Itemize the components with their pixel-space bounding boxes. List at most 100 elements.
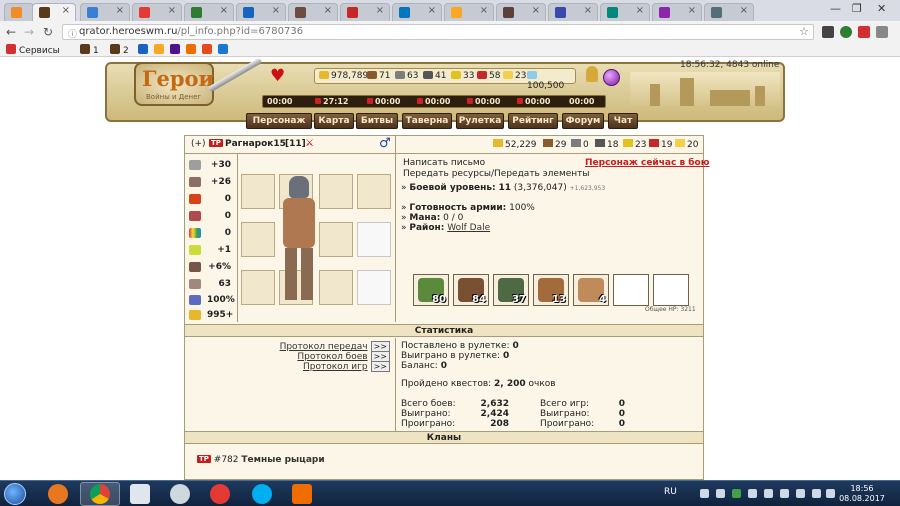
equip-slot-shield[interactable] bbox=[319, 270, 353, 305]
bookmark-icon-only[interactable] bbox=[138, 44, 151, 56]
heart-icon[interactable]: ♥ bbox=[270, 66, 285, 86]
army-slot[interactable]: 4 bbox=[573, 274, 609, 306]
maximize-icon[interactable]: ❐ bbox=[852, 2, 862, 15]
tab-close-icon[interactable]: × bbox=[116, 5, 124, 16]
army-slot[interactable]: 37 bbox=[493, 274, 529, 306]
tab-close-icon[interactable]: × bbox=[376, 5, 384, 16]
tab-close-icon[interactable]: × bbox=[220, 5, 228, 16]
browser-tab[interactable]: × bbox=[288, 3, 338, 21]
game-protocol-link[interactable]: Протокол игр bbox=[303, 362, 368, 372]
game-protocol-button[interactable]: >> bbox=[370, 361, 390, 372]
clan-name-link[interactable]: Темные рыцари bbox=[241, 455, 324, 465]
add-friend-link[interactable]: (+) bbox=[191, 139, 206, 149]
bookmark-2[interactable]: 2 bbox=[110, 44, 129, 56]
tab-close-icon[interactable]: × bbox=[636, 5, 644, 16]
tray-app-icon[interactable] bbox=[796, 489, 805, 498]
skype-icon[interactable] bbox=[252, 484, 272, 504]
taskbar-chrome-active[interactable] bbox=[80, 482, 120, 506]
reload-icon[interactable]: ↻ bbox=[43, 25, 53, 39]
magic-orb-icon[interactable] bbox=[603, 69, 620, 86]
browser-tab-active[interactable]: × bbox=[32, 3, 76, 21]
browser-tab[interactable]: × bbox=[652, 3, 702, 21]
menu-character[interactable]: Персонаж bbox=[246, 113, 312, 129]
tab-close-icon[interactable]: × bbox=[428, 5, 436, 16]
menu-roulette[interactable]: Рулетка bbox=[456, 113, 504, 129]
browser-tab[interactable]: × bbox=[132, 3, 182, 21]
tray-bluetooth-icon[interactable] bbox=[700, 489, 709, 498]
browser-tab[interactable]: × bbox=[80, 3, 130, 21]
browser-tab[interactable]: × bbox=[600, 3, 650, 21]
transfer-resources-link[interactable]: Передать ресурсы/Передать элементы bbox=[403, 169, 590, 179]
opera-icon[interactable] bbox=[210, 484, 230, 504]
tray-app-icon[interactable] bbox=[748, 489, 757, 498]
menu-tavern[interactable]: Таверна bbox=[402, 113, 452, 129]
browser-tab[interactable]: × bbox=[704, 3, 754, 21]
bookmark-icon-only[interactable] bbox=[202, 44, 215, 56]
browser-tab[interactable]: × bbox=[444, 3, 494, 21]
start-button[interactable] bbox=[4, 483, 26, 505]
adblock-icon[interactable] bbox=[858, 26, 870, 38]
bookmark-apps[interactable]: Сервисы bbox=[6, 44, 60, 56]
file-icon[interactable] bbox=[130, 484, 150, 504]
clan-tag[interactable]: ТР bbox=[197, 455, 211, 463]
army-slot[interactable]: 84 bbox=[453, 274, 489, 306]
tray-volume-icon[interactable] bbox=[826, 489, 835, 498]
equip-slot-horse-empty[interactable] bbox=[357, 270, 391, 305]
bookmark-star-icon[interactable]: ☆ bbox=[799, 25, 809, 38]
firefox-icon[interactable] bbox=[48, 484, 68, 504]
browser-tab[interactable] bbox=[4, 3, 34, 21]
tray-signal-icon[interactable] bbox=[812, 489, 821, 498]
menu-map[interactable]: Карта bbox=[314, 113, 354, 129]
bell-icon[interactable] bbox=[586, 66, 598, 82]
equip-slot-ring[interactable] bbox=[241, 270, 275, 305]
equip-slot-weapon-top[interactable] bbox=[319, 174, 353, 209]
browser-tab[interactable]: × bbox=[548, 3, 598, 21]
clan-tag-badge[interactable]: ТР bbox=[209, 139, 223, 149]
app-icon[interactable] bbox=[292, 484, 312, 504]
tab-close-icon[interactable]: × bbox=[688, 5, 696, 16]
tab-close-icon[interactable]: × bbox=[584, 5, 592, 16]
bookmark-icon-only[interactable] bbox=[154, 44, 167, 56]
browser-tab[interactable]: × bbox=[392, 3, 442, 21]
address-bar[interactable]: ⓘ qrator.heroeswm.ru/pl_info.php?id=6780… bbox=[62, 24, 814, 40]
back-icon[interactable]: ← bbox=[6, 25, 16, 39]
bookmark-icon-only[interactable] bbox=[170, 44, 183, 56]
bookmark-icon-only[interactable] bbox=[218, 44, 231, 56]
tab-close-icon[interactable]: × bbox=[532, 5, 540, 16]
army-slot[interactable]: 13 bbox=[533, 274, 569, 306]
in-battle-link[interactable]: Персонаж сейчас в бою bbox=[585, 158, 710, 168]
extension-icon[interactable] bbox=[822, 26, 834, 38]
tab-close-icon[interactable]: × bbox=[324, 5, 332, 16]
equip-slot-armor-empty[interactable] bbox=[357, 222, 391, 257]
menu-rating[interactable]: Рейтинг bbox=[508, 113, 558, 129]
army-slot[interactable]: 80 bbox=[413, 274, 449, 306]
url-text[interactable]: qrator.heroeswm.ru/pl_info.php?id=678073… bbox=[79, 26, 303, 37]
taskbar-clock[interactable]: 18:56 08.08.2017 bbox=[839, 484, 885, 504]
game-logo[interactable]: Герои Войны и Денег bbox=[134, 62, 214, 106]
menu-battles[interactable]: Битвы bbox=[356, 113, 398, 129]
extension-icon[interactable] bbox=[840, 26, 852, 38]
tray-app-icon[interactable] bbox=[764, 489, 773, 498]
language-indicator[interactable]: RU bbox=[664, 487, 677, 497]
tray-app-icon[interactable] bbox=[732, 489, 741, 498]
close-window-icon[interactable]: ✕ bbox=[877, 2, 886, 15]
menu-forum[interactable]: Форум bbox=[562, 113, 604, 129]
info-icon[interactable]: ⓘ bbox=[68, 27, 77, 40]
clock-app-icon[interactable] bbox=[170, 484, 190, 504]
menu-chat[interactable]: Чат bbox=[608, 113, 638, 129]
minimize-icon[interactable]: — bbox=[830, 2, 841, 15]
equip-slot-cloak[interactable] bbox=[319, 222, 353, 257]
write-letter-link[interactable]: Написать письмо bbox=[403, 158, 485, 168]
tray-network-icon[interactable] bbox=[780, 489, 789, 498]
equip-slot-amulet[interactable] bbox=[241, 174, 275, 209]
district-link[interactable]: Wolf Dale bbox=[447, 223, 490, 233]
tab-close-icon[interactable]: × bbox=[168, 5, 176, 16]
tab-close-icon[interactable]: × bbox=[740, 5, 748, 16]
browser-tab[interactable]: × bbox=[340, 3, 390, 21]
tray-app-icon[interactable] bbox=[716, 489, 725, 498]
army-slot-empty[interactable] bbox=[613, 274, 649, 306]
equip-slot-left-hand[interactable] bbox=[241, 222, 275, 257]
equip-slot-book[interactable] bbox=[357, 174, 391, 209]
tab-close-icon[interactable]: × bbox=[272, 5, 280, 16]
army-slot-empty[interactable] bbox=[653, 274, 689, 306]
